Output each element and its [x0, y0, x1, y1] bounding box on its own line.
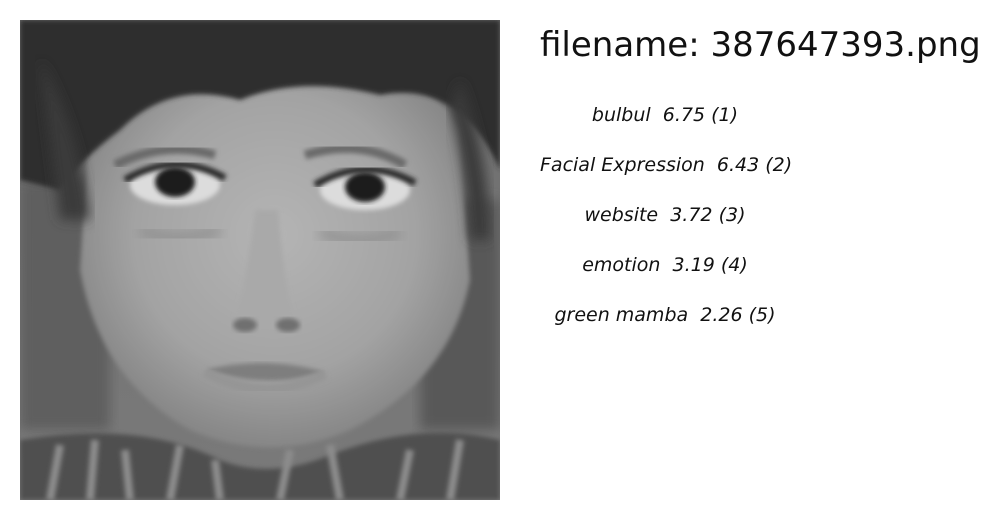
prediction-score: 3.72 — [670, 204, 713, 226]
prediction-list: bulbul 6.75 (1) Facial Expression 6.43 (… — [540, 90, 793, 340]
prediction-item: green mamba 2.26 (5) — [540, 290, 790, 340]
face-photo — [20, 20, 500, 500]
prediction-item: emotion 3.19 (4) — [540, 240, 790, 290]
prediction-rank: (1) — [711, 104, 739, 126]
prediction-rank: (4) — [720, 254, 748, 276]
filename-heading: filename: 387647393.png — [540, 25, 981, 65]
prediction-item: bulbul 6.75 (1) — [540, 90, 790, 140]
prediction-label: green mamba — [554, 304, 689, 326]
prediction-rank: (3) — [718, 204, 746, 226]
prediction-score: 6.43 — [716, 154, 760, 176]
prediction-label: emotion — [582, 254, 661, 276]
prediction-score: 2.26 — [700, 304, 743, 326]
prediction-item: Facial Expression 6.43 (2) — [540, 140, 793, 190]
face-photo-drawing — [20, 20, 500, 500]
prediction-label: website — [584, 204, 659, 226]
prediction-item: website 3.72 (3) — [540, 190, 790, 240]
prediction-label: Facial Expression — [540, 154, 705, 176]
prediction-score: 6.75 — [662, 104, 706, 126]
prediction-rank: (5) — [748, 304, 776, 326]
prediction-label: bulbul — [591, 104, 651, 126]
prediction-score: 3.19 — [672, 254, 715, 276]
prediction-rank: (2) — [765, 154, 793, 176]
